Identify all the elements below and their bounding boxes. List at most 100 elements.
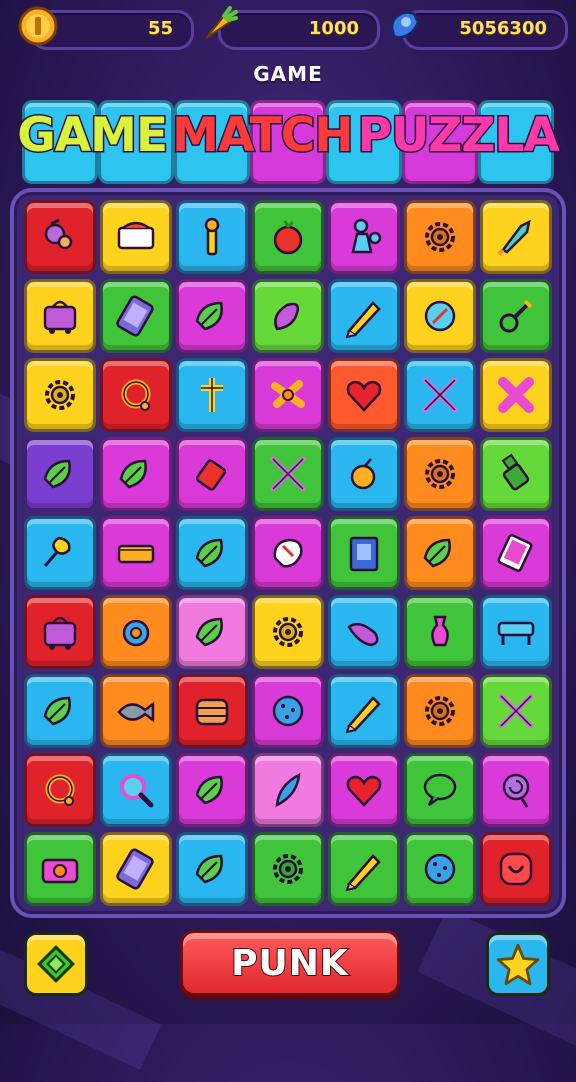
tile-fish[interactable] — [100, 674, 172, 748]
tile-gear[interactable] — [24, 358, 96, 432]
potion-icon — [431, 615, 449, 647]
tile-ball[interactable] — [252, 674, 324, 748]
tile-rocket[interactable] — [480, 200, 552, 274]
tile-gear[interactable] — [404, 200, 476, 274]
bubble-icon — [423, 773, 457, 807]
play-button[interactable]: PUNK — [180, 930, 400, 996]
title-word: MATCH — [171, 107, 355, 165]
star-button[interactable] — [486, 932, 550, 996]
tile-gear[interactable] — [404, 674, 476, 748]
tile-phone[interactable] — [100, 279, 172, 353]
tile-swords[interactable] — [252, 437, 324, 511]
tile-pencil[interactable] — [328, 279, 400, 353]
tile-tomato[interactable] — [252, 200, 324, 274]
tile-bench[interactable] — [480, 595, 552, 669]
tile-gear[interactable] — [404, 437, 476, 511]
magnifier-icon — [120, 774, 154, 808]
tile-ring[interactable] — [100, 358, 172, 432]
tile-glove[interactable] — [252, 516, 324, 590]
tile-key[interactable] — [480, 279, 552, 353]
tile-pepper[interactable] — [328, 595, 400, 669]
berry-icon — [44, 218, 73, 250]
tile-cross[interactable] — [176, 358, 248, 432]
carrot-count: 1000 — [308, 18, 359, 39]
coin-icon — [18, 6, 58, 46]
tile-feather[interactable] — [252, 753, 324, 827]
tile-phone[interactable] — [100, 832, 172, 906]
gear-icon — [425, 696, 455, 726]
tile-gear[interactable] — [252, 832, 324, 906]
tile-magnifier[interactable] — [100, 753, 172, 827]
leaf-icon — [195, 301, 223, 331]
tile-leaf[interactable] — [24, 437, 96, 511]
tile-leaf[interactable] — [404, 516, 476, 590]
ball-icon — [272, 695, 304, 727]
donut-icon — [122, 619, 150, 647]
tile-tag[interactable] — [176, 437, 248, 511]
tile-bar[interactable] — [100, 516, 172, 590]
tile-burger[interactable] — [176, 674, 248, 748]
tile-book[interactable] — [328, 516, 400, 590]
tile-bag[interactable] — [24, 279, 96, 353]
heart-icon — [346, 380, 382, 412]
tile-potion[interactable] — [404, 595, 476, 669]
leaf-icon — [195, 775, 223, 805]
tile-bow[interactable] — [252, 358, 324, 432]
tile-box[interactable] — [100, 200, 172, 274]
tile-leaf[interactable] — [176, 832, 248, 906]
leaf-icon — [195, 538, 223, 568]
bag-icon — [43, 616, 77, 650]
tile-ball[interactable] — [404, 832, 476, 906]
tile-donut[interactable] — [100, 595, 172, 669]
tile-bag[interactable] — [24, 595, 96, 669]
tile-bubble[interactable] — [404, 753, 476, 827]
glove-icon — [273, 538, 303, 568]
tile-heart[interactable] — [328, 358, 400, 432]
leaf-icon — [119, 459, 147, 489]
camera-icon — [41, 858, 79, 884]
title-word: GAME — [16, 107, 170, 165]
pencil-icon — [345, 696, 381, 734]
tile-leaf[interactable] — [176, 753, 248, 827]
gem-counter[interactable]: 5056300 — [402, 10, 568, 50]
tile-gear[interactable] — [252, 595, 324, 669]
tile-pin[interactable] — [24, 516, 96, 590]
tile-eggplant[interactable] — [252, 279, 324, 353]
tile-face[interactable] — [480, 832, 552, 906]
card-icon — [497, 534, 533, 572]
pencil-icon — [345, 301, 381, 339]
tile-leaf[interactable] — [176, 516, 248, 590]
tile-leaf[interactable] — [176, 279, 248, 353]
tile-leaf[interactable] — [24, 674, 96, 748]
tile-compass[interactable] — [404, 279, 476, 353]
tile-x[interactable] — [480, 358, 552, 432]
tile-apple[interactable] — [328, 437, 400, 511]
mode-subtitle: GAME — [253, 62, 323, 86]
x-icon — [498, 377, 534, 413]
gear-icon — [425, 222, 455, 252]
gear-icon — [45, 380, 75, 410]
tile-pencil[interactable] — [328, 674, 400, 748]
tile-card[interactable] — [480, 516, 552, 590]
tile-leaf[interactable] — [100, 437, 172, 511]
tile-leaf[interactable] — [176, 595, 248, 669]
box-icon — [117, 221, 155, 250]
tile-camera[interactable] — [24, 832, 96, 906]
tile-swords[interactable] — [404, 358, 476, 432]
tile-swords[interactable] — [480, 674, 552, 748]
tag-icon — [195, 459, 227, 491]
tile-pencil[interactable] — [328, 832, 400, 906]
tile-berry[interactable] — [24, 200, 96, 274]
tile-figure[interactable] — [328, 200, 400, 274]
tile-bottle[interactable] — [480, 437, 552, 511]
burger-icon — [195, 698, 229, 726]
tile-heart[interactable] — [328, 753, 400, 827]
coin-count: 55 — [147, 18, 173, 39]
book-icon — [349, 536, 379, 572]
tile-ring[interactable] — [24, 753, 96, 827]
carrot-counter[interactable]: 1000 — [218, 10, 380, 50]
leaf-icon — [423, 538, 451, 568]
tile-spiral[interactable] — [480, 753, 552, 827]
cube-button[interactable] — [24, 932, 88, 996]
tile-torch[interactable] — [176, 200, 248, 274]
